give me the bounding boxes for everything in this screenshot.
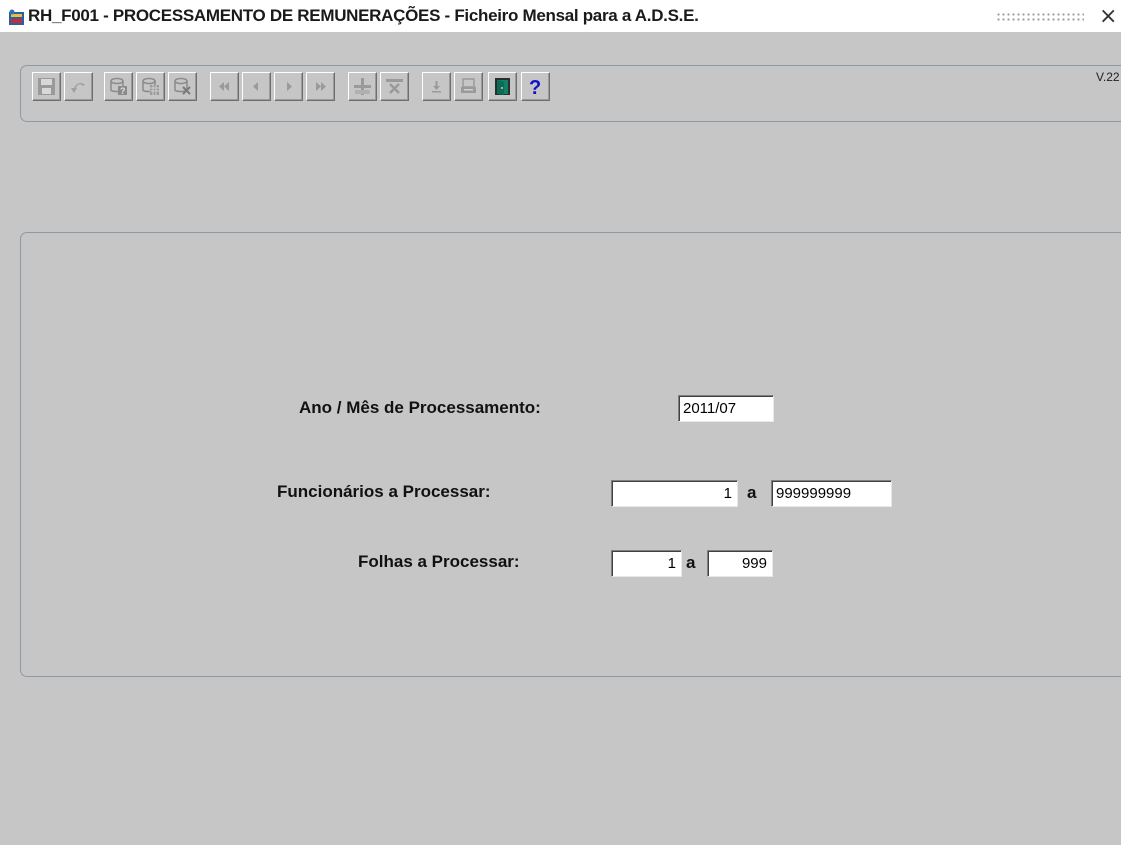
title-grip <box>996 12 1084 22</box>
funcionarios-to-field[interactable]: 999999999 <box>771 480 892 507</box>
print-button[interactable] <box>454 72 483 101</box>
save-button[interactable] <box>32 72 61 101</box>
funcionarios-from-field[interactable]: 1 <box>611 480 738 507</box>
next-record-icon <box>287 82 292 91</box>
ano-mes-field[interactable]: 2011/07 <box>678 395 774 422</box>
svg-text:?: ? <box>120 86 126 96</box>
next-record-button[interactable] <box>274 72 303 101</box>
execute-query-button[interactable] <box>136 72 165 101</box>
help-button[interactable]: ? <box>521 72 550 101</box>
help-icon: ? <box>529 77 541 97</box>
svg-text:?: ? <box>529 77 541 97</box>
print-icon <box>461 78 476 93</box>
ano-mes-label: Ano / Mês de Processamento: <box>299 398 541 417</box>
insert-record-icon <box>354 78 371 95</box>
first-record-button[interactable] <box>210 72 239 101</box>
previous-record-icon <box>253 82 258 91</box>
query-icon: ? <box>110 77 127 96</box>
save-icon <box>38 78 55 95</box>
folhas-to-field[interactable]: 999 <box>707 550 773 577</box>
cancel-query-button[interactable] <box>168 72 197 101</box>
folhas-label: Folhas a Processar: <box>358 552 520 571</box>
exit-door-icon <box>495 78 510 95</box>
form-panel <box>20 232 1121 677</box>
funcionarios-range-separator: a <box>747 483 757 502</box>
query-button[interactable]: ? <box>104 72 133 101</box>
last-record-icon <box>316 82 326 91</box>
window-title: RH_F001 - PROCESSAMENTO DE REMUNERAÇÕES … <box>28 6 699 25</box>
insert-record-button[interactable] <box>348 72 377 101</box>
close-button[interactable]: × <box>1099 4 1117 29</box>
last-record-button[interactable] <box>306 72 335 101</box>
first-record-icon <box>219 82 229 91</box>
download-icon <box>432 81 441 93</box>
execute-query-icon <box>142 77 159 95</box>
folhas-from-field[interactable]: 1 <box>611 550 682 577</box>
funcionarios-label: Funcionários a Processar: <box>277 482 491 501</box>
cancel-query-icon <box>174 77 191 95</box>
undo-icon <box>71 82 85 93</box>
version-label: V.22 <box>1096 70 1120 84</box>
delete-record-icon <box>386 79 403 94</box>
download-button[interactable] <box>422 72 451 101</box>
title-bar: RH_F001 - PROCESSAMENTO DE REMUNERAÇÕES … <box>0 0 1121 32</box>
app-form-icon <box>9 9 24 25</box>
exit-button[interactable] <box>488 72 517 101</box>
undo-button[interactable] <box>64 72 93 101</box>
delete-record-button[interactable] <box>380 72 409 101</box>
folhas-range-separator: a <box>686 553 696 572</box>
previous-record-button[interactable] <box>242 72 271 101</box>
